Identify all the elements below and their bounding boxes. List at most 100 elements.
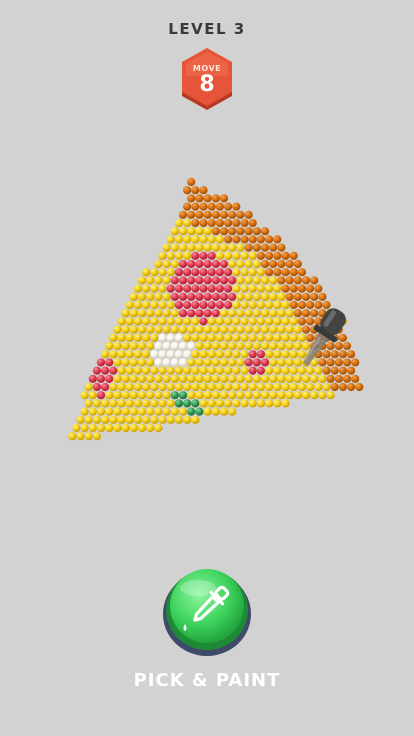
bead[interactable] (96, 374, 106, 383)
bead[interactable] (158, 333, 167, 342)
bead[interactable] (236, 259, 245, 269)
bead[interactable] (215, 300, 224, 310)
bead[interactable] (154, 292, 163, 301)
bead[interactable] (121, 374, 130, 383)
bead[interactable] (121, 358, 130, 367)
bead[interactable] (215, 251, 224, 260)
bead[interactable] (166, 300, 175, 310)
bead[interactable] (129, 292, 138, 301)
bead[interactable] (256, 235, 265, 244)
bead[interactable] (219, 292, 229, 301)
bead[interactable] (158, 382, 167, 392)
bead[interactable] (260, 227, 270, 236)
bead[interactable] (92, 432, 101, 441)
bead[interactable] (244, 292, 253, 301)
bead[interactable] (219, 374, 229, 383)
bead[interactable] (244, 391, 253, 400)
bead[interactable] (326, 358, 335, 367)
bead[interactable] (76, 432, 85, 441)
bead[interactable] (183, 202, 192, 211)
bead[interactable] (269, 358, 278, 367)
bead[interactable] (219, 358, 229, 367)
bead[interactable] (195, 227, 204, 236)
bead[interactable] (236, 309, 245, 318)
bead[interactable] (203, 276, 212, 285)
bead[interactable] (125, 300, 134, 310)
bead[interactable] (281, 382, 290, 392)
bead[interactable] (88, 374, 97, 383)
bead[interactable] (297, 350, 306, 359)
bead[interactable] (236, 325, 245, 334)
bead[interactable] (289, 317, 298, 326)
bead[interactable] (318, 391, 327, 400)
bead[interactable] (137, 325, 147, 334)
bead[interactable] (195, 374, 204, 383)
bead[interactable] (314, 382, 323, 392)
bead[interactable] (273, 235, 282, 244)
bead[interactable] (236, 358, 245, 367)
bead[interactable] (248, 317, 257, 326)
bead[interactable] (228, 309, 237, 318)
bead[interactable] (142, 300, 151, 310)
bead[interactable] (137, 276, 147, 285)
bead[interactable] (265, 399, 274, 408)
bead[interactable] (187, 341, 196, 351)
bead[interactable] (125, 350, 134, 359)
bead[interactable] (146, 341, 155, 351)
bead[interactable] (215, 202, 224, 211)
bead[interactable] (297, 317, 306, 326)
bead[interactable] (244, 374, 253, 383)
bead[interactable] (285, 374, 294, 383)
bead[interactable] (252, 374, 261, 383)
bead[interactable] (191, 186, 200, 195)
bead[interactable] (224, 202, 233, 211)
bead[interactable] (244, 243, 253, 252)
bead[interactable] (150, 350, 159, 359)
bead[interactable] (174, 415, 183, 424)
bead[interactable] (174, 235, 183, 244)
bead[interactable] (273, 251, 282, 260)
bead[interactable] (207, 218, 216, 228)
bead[interactable] (228, 227, 237, 236)
bead[interactable] (260, 243, 270, 252)
bead[interactable] (142, 268, 151, 277)
bead[interactable] (162, 341, 171, 351)
bead[interactable] (224, 382, 233, 392)
bead[interactable] (322, 382, 331, 392)
bead[interactable] (244, 276, 253, 285)
bead[interactable] (150, 399, 159, 408)
bead[interactable] (199, 350, 208, 359)
bead[interactable] (297, 284, 306, 293)
bead[interactable] (170, 407, 179, 416)
bead[interactable] (166, 415, 175, 424)
bead[interactable] (248, 399, 257, 408)
bead[interactable] (215, 350, 224, 359)
bead[interactable] (195, 194, 204, 203)
bead[interactable] (137, 391, 147, 400)
bead[interactable] (281, 317, 290, 326)
bead[interactable] (224, 251, 233, 260)
bead[interactable] (228, 374, 237, 383)
bead[interactable] (133, 382, 142, 392)
bead[interactable] (203, 325, 212, 334)
bead[interactable] (178, 309, 188, 318)
bead[interactable] (211, 292, 220, 301)
bead[interactable] (285, 276, 294, 285)
bead[interactable] (236, 292, 245, 301)
bead[interactable] (215, 317, 224, 326)
bead[interactable] (289, 268, 298, 277)
bead[interactable] (96, 358, 106, 367)
bead[interactable] (293, 276, 302, 285)
bead[interactable] (236, 227, 245, 236)
bead[interactable] (183, 284, 192, 293)
bead[interactable] (273, 284, 282, 293)
bead[interactable] (269, 243, 278, 252)
bead[interactable] (154, 374, 163, 383)
bead[interactable] (330, 382, 339, 392)
bead[interactable] (133, 399, 142, 408)
bead[interactable] (269, 374, 278, 383)
bead[interactable] (289, 284, 298, 293)
bead[interactable] (248, 218, 257, 228)
bead[interactable] (277, 276, 286, 285)
bead[interactable] (244, 358, 253, 367)
